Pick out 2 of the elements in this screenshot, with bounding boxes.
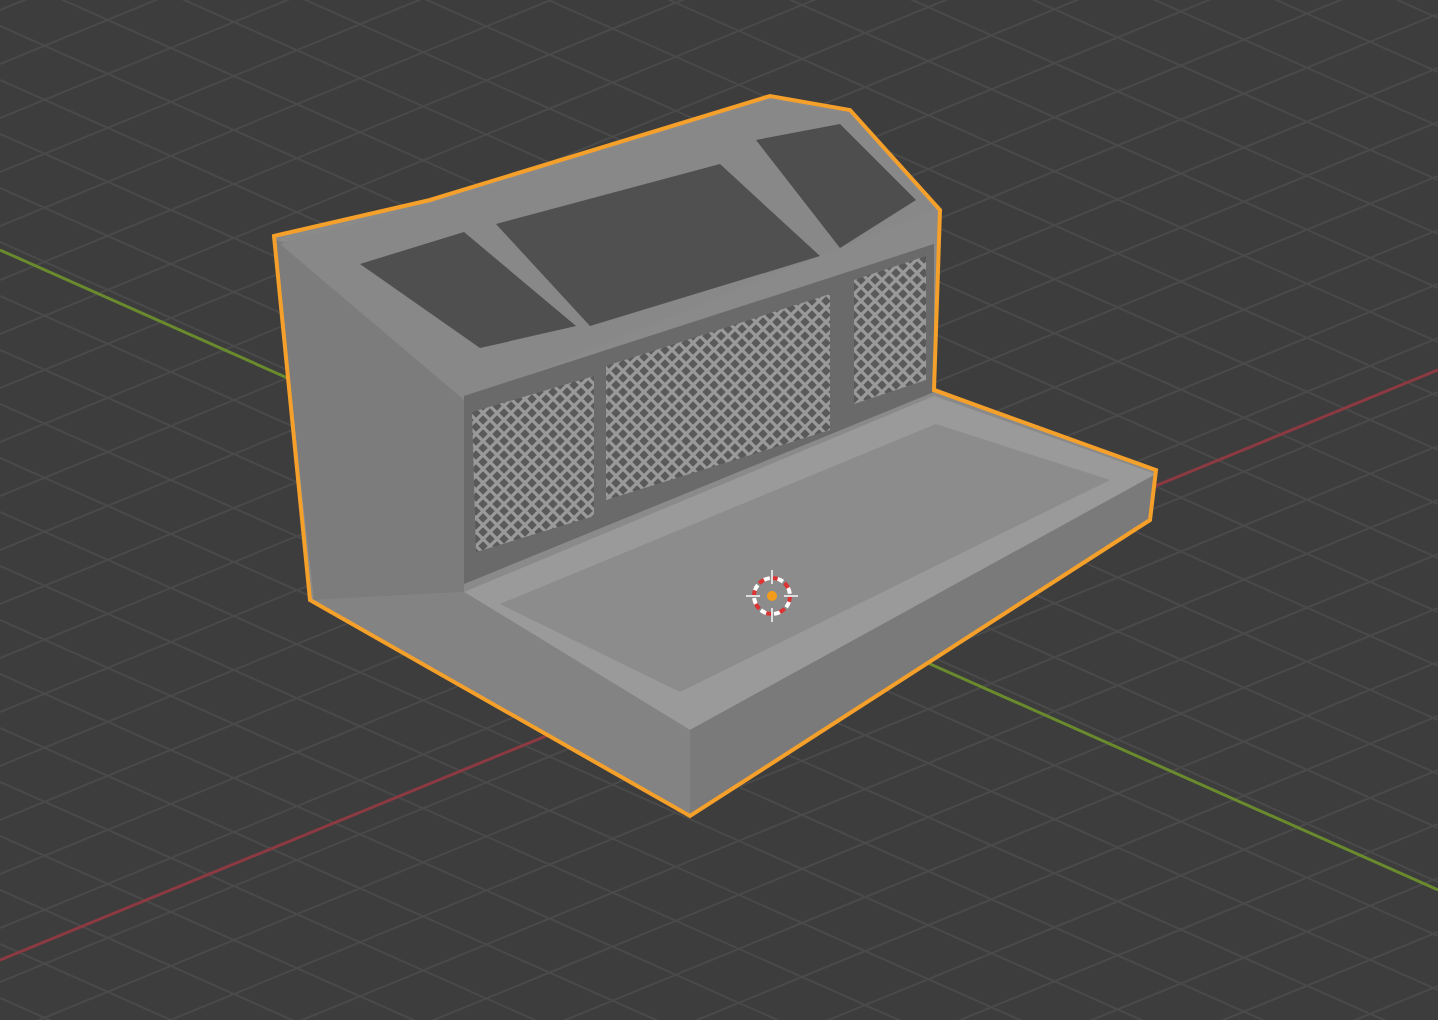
storage-box-drawing[interactable] [271, 93, 1159, 819]
cursor-icon [745, 569, 799, 623]
